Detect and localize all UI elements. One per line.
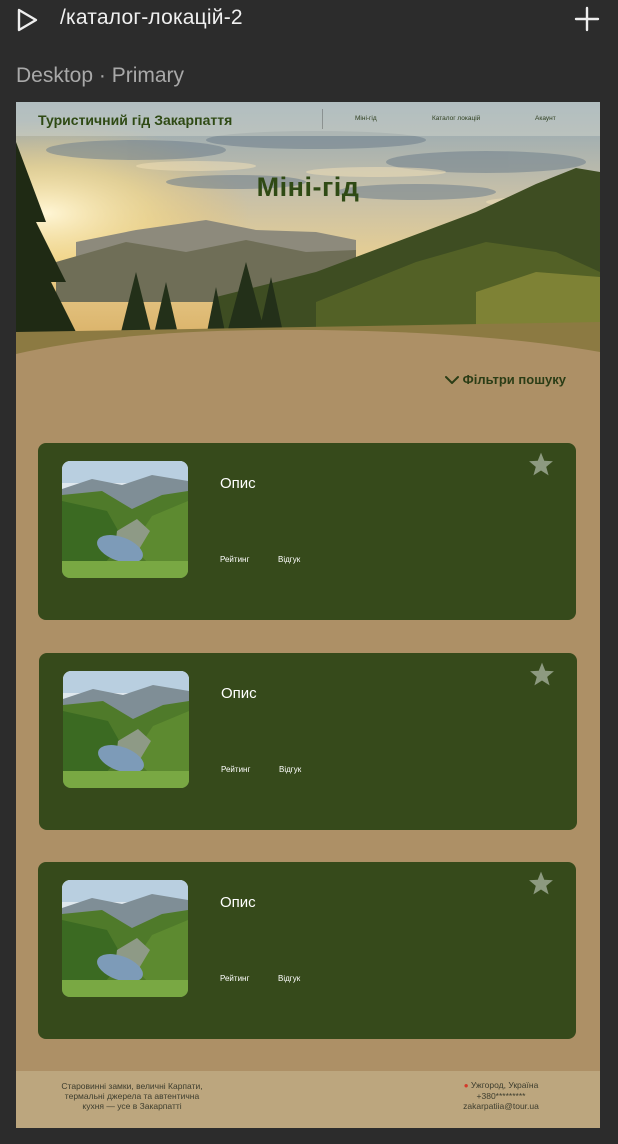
footer-tagline-line: Старовинні замки, величні Карпати,: [61, 1081, 203, 1091]
star-icon[interactable]: [528, 870, 554, 896]
card-review-link[interactable]: Відгук: [278, 555, 300, 564]
footer-city-row: ● Ужгород, Україна: [446, 1080, 556, 1091]
footer-city: Ужгород, Україна: [470, 1080, 539, 1090]
site-brand[interactable]: Туристичний гід Закарпаття: [38, 112, 232, 128]
location-card[interactable]: Опис Рейтинг Відгук: [39, 653, 577, 830]
card-description-title: Опис: [221, 685, 257, 702]
location-card[interactable]: Опис Рейтинг Відгук: [38, 862, 576, 1039]
star-icon[interactable]: [529, 661, 555, 687]
footer-tagline: Старовинні замки, величні Карпати, терма…: [46, 1081, 218, 1111]
chevron-down-icon: [444, 375, 459, 384]
star-icon[interactable]: [528, 451, 554, 477]
footer-tagline-line: кухня — усе в Закарпатті: [82, 1101, 182, 1111]
mountain-lake-image: [62, 461, 188, 578]
nav-mini-guide[interactable]: Міні-гід: [355, 115, 377, 122]
location-pin-icon: ●: [463, 1081, 469, 1090]
mountain-lake-image: [62, 880, 188, 997]
card-rating-link[interactable]: Рейтинг: [220, 974, 249, 983]
hero-title: Міні-гід: [256, 172, 360, 202]
location-card[interactable]: Опис Рейтинг Відгук: [38, 443, 576, 620]
location-thumbnail[interactable]: [62, 880, 188, 997]
card-rating-link[interactable]: Рейтинг: [221, 765, 250, 774]
hero-banner: Туристичний гід Закарпаття Міні-гід Ката…: [16, 102, 600, 367]
location-thumbnail[interactable]: [63, 671, 189, 788]
filters-label: Фільтри пошуку: [462, 372, 566, 387]
footer-contacts: ● Ужгород, Україна +380********* zakarpa…: [446, 1080, 556, 1111]
play-icon[interactable]: [14, 7, 40, 33]
route-path: /каталог-локацій-2: [60, 6, 243, 29]
editor-toolbar: /каталог-локацій-2: [0, 0, 618, 40]
card-review-link[interactable]: Відгук: [278, 974, 300, 983]
footer-email[interactable]: zakarpatiia@tour.ua: [446, 1101, 556, 1111]
frame-label[interactable]: Desktop · Primary: [16, 64, 184, 88]
footer-tagline-line: термальні джерела та автентична: [64, 1091, 200, 1101]
search-filters-toggle[interactable]: Фільтри пошуку: [444, 372, 566, 387]
footer-phone[interactable]: +380*********: [446, 1091, 556, 1101]
artboard-desktop: Туристичний гід Закарпаття Міні-гід Ката…: [16, 102, 600, 1128]
card-description-title: Опис: [220, 894, 256, 911]
card-review-link[interactable]: Відгук: [279, 765, 301, 774]
nav-divider: [322, 109, 323, 129]
nav-account[interactable]: Акаунт: [535, 115, 556, 122]
card-rating-link[interactable]: Рейтинг: [220, 555, 249, 564]
plus-icon[interactable]: [574, 6, 600, 32]
nav-location-catalog[interactable]: Каталог локацій: [432, 115, 480, 122]
mountain-lake-image: [63, 671, 189, 788]
location-thumbnail[interactable]: [62, 461, 188, 578]
mountain-landscape-image: [16, 102, 600, 367]
site-footer: Старовинні замки, величні Карпати, терма…: [16, 1071, 600, 1128]
card-description-title: Опис: [220, 475, 256, 492]
site-header: Туристичний гід Закарпаття Міні-гід Ката…: [16, 102, 600, 136]
